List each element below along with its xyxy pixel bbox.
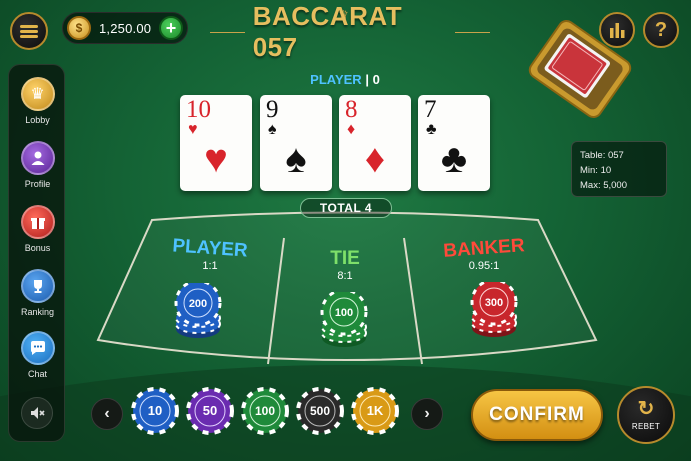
chip-stack-banker: 300 [470, 282, 518, 337]
chat-icon [20, 331, 55, 365]
balance-value: 1,250.00 [99, 20, 152, 36]
sidebar-item-profile[interactable]: Profile [9, 141, 66, 189]
user-icon [20, 141, 55, 175]
spade-icon: ♠ [268, 121, 277, 138]
table-id: Table: 057 [580, 150, 624, 161]
card-rank: 10 [186, 96, 211, 123]
chip-label: 100 [255, 404, 275, 418]
chip-stack-label: 100 [335, 307, 353, 319]
rebet-button[interactable]: ↻ REBET [617, 386, 675, 444]
chip-stack-tie: 100 [320, 292, 368, 347]
chips-next-button[interactable]: › [411, 398, 443, 430]
playing-card: 7 ♣ ♣ [418, 95, 490, 191]
hand-header: PLAYER | 0 [280, 72, 410, 87]
sidebar-item-label: Ranking [20, 307, 55, 317]
bet-zone-odds: 8:1 [337, 270, 353, 282]
diamond-icon: ♦ [347, 121, 356, 138]
sidebar-item-label: Lobby [25, 115, 50, 125]
card-rank: 8 [345, 96, 358, 123]
chip-50[interactable]: 50 [186, 387, 234, 435]
hand-total: TOTAL 4 [300, 198, 392, 218]
card-rank: 7 [424, 96, 437, 123]
heart-icon: ♥ [204, 137, 228, 181]
heart-icon: ♥ [188, 121, 198, 138]
bet-zone-player[interactable]: PLAYER 1:1 [150, 235, 270, 272]
chip-10[interactable]: 10 [131, 387, 179, 435]
crown-icon: ♛ [20, 77, 55, 111]
help-button[interactable]: ? [643, 12, 679, 48]
sidebar-item-label: Profile [24, 179, 51, 189]
bet-zone-banker[interactable]: BANKER 0.95:1 [424, 235, 544, 272]
chip-stack-player: 200 [174, 283, 222, 338]
menu-button[interactable] [10, 12, 48, 50]
bet-zone-title: TIE [330, 248, 360, 269]
title-bar: BACCARAT 057 [210, 1, 490, 62]
table-min-bet: Min: 10 [580, 165, 612, 176]
card-rank: 9 [266, 96, 279, 123]
rebet-label: REBET [631, 422, 661, 431]
hamburger-icon [20, 23, 38, 40]
club-icon: ♣ [440, 137, 468, 181]
playing-card: 9 ♠ ♠ [260, 95, 332, 191]
bet-zone-tie[interactable]: TIE 8:1 [285, 248, 405, 282]
gift-icon [20, 205, 55, 239]
sidebar: ♛ Lobby Profile Bonus Ranking Chat [8, 64, 65, 442]
table-info-panel: Table: 057 Min: 10 Max: 5,000 [571, 141, 667, 197]
playing-card: 8 ♦ ♦ [339, 95, 411, 191]
sidebar-item-chat[interactable]: Chat [9, 331, 66, 379]
card-shoe [528, 20, 632, 118]
chip-label: 10 [148, 403, 162, 418]
spade-icon: ♠ [285, 137, 307, 181]
rebet-icon: ↻ [637, 398, 655, 420]
title-divider-left [210, 31, 245, 33]
chip-label: 500 [310, 404, 330, 418]
chips-prev-button[interactable]: ‹ [91, 398, 123, 430]
table-max-bet: Max: 5,000 [580, 180, 627, 191]
hand-separator: | [365, 72, 369, 87]
coin-icon: $ [67, 16, 91, 40]
sidebar-item-lobby[interactable]: ♛ Lobby [9, 77, 66, 125]
hand-score: 0 [372, 72, 380, 87]
hand-label: PLAYER [310, 72, 362, 87]
chip-stack-label: 300 [485, 297, 503, 309]
chip-500[interactable]: 500 [296, 387, 344, 435]
chip-1k[interactable]: 1K [351, 387, 399, 435]
chip-100[interactable]: 100 [241, 387, 289, 435]
chip-stack-label: 200 [189, 298, 207, 310]
trophy-icon [20, 269, 55, 303]
sidebar-item-label: Bonus [24, 243, 51, 253]
diamond-icon: ♦ [364, 137, 386, 181]
sidebar-item-bonus[interactable]: Bonus [9, 205, 66, 253]
mute-button[interactable] [21, 397, 53, 429]
balance-display: $ 1,250.00 + [62, 12, 188, 44]
add-coins-button[interactable]: + [159, 16, 183, 40]
confirm-button[interactable]: CONFIRM [471, 389, 603, 441]
sidebar-item-ranking[interactable]: Ranking [9, 269, 66, 317]
club-icon: ♣ [426, 121, 437, 138]
title-divider-right [455, 31, 490, 33]
sidebar-item-label: Chat [27, 369, 47, 379]
chip-label: 1K [367, 403, 384, 418]
page-title: BACCARAT 057 [252, 1, 403, 62]
playing-card: 10 ♥ ♥ [180, 95, 252, 191]
chip-label: 50 [203, 403, 217, 418]
speaker-muted-icon [31, 407, 45, 419]
